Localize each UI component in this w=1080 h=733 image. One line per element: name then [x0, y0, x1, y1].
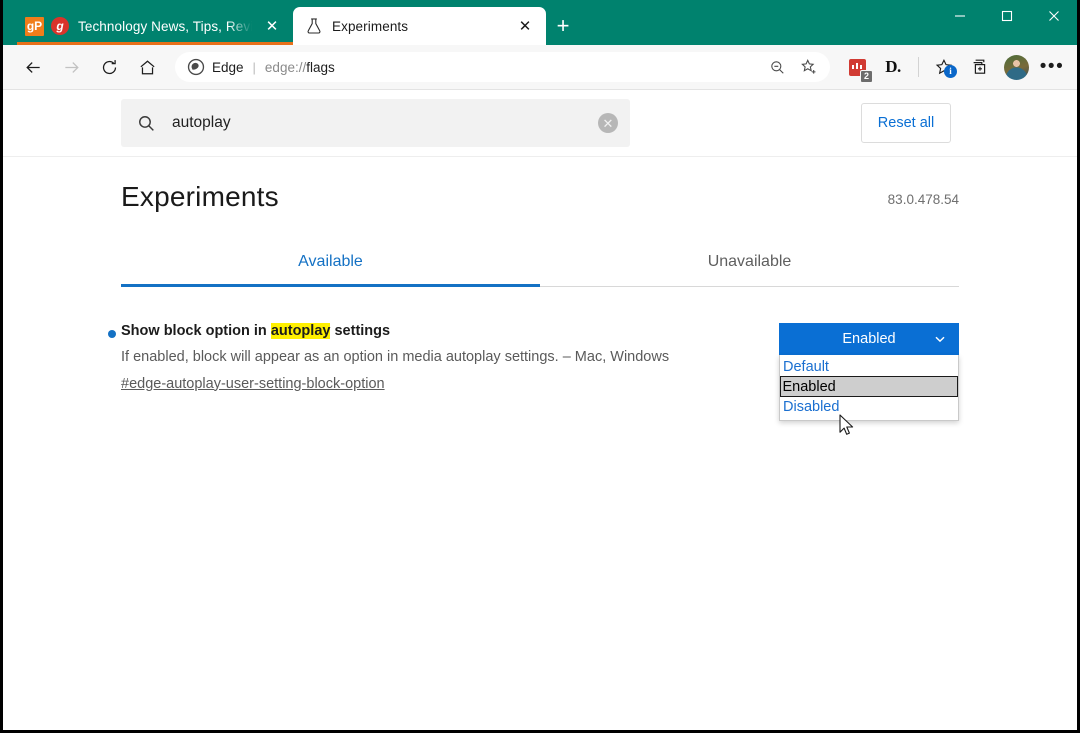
settings-and-more-button[interactable]: ••• — [1035, 51, 1069, 83]
extension-d-icon: D. — [885, 57, 901, 76]
flag-select-value: Enabled — [842, 331, 896, 347]
profile-button[interactable] — [999, 51, 1033, 83]
chevron-down-icon — [933, 332, 947, 346]
extension-messages-button[interactable]: 2 — [840, 51, 874, 83]
close-icon[interactable] — [1030, 0, 1077, 32]
tab-title: Technology News, Tips, Reviews, — [78, 18, 252, 34]
tab-technology-news[interactable]: gP g Technology News, Tips, Reviews, ✕ — [13, 7, 293, 45]
address-separator: | — [252, 59, 256, 75]
add-to-favorites-icon[interactable] — [794, 53, 824, 81]
address-brand-label: Edge — [212, 59, 244, 75]
flags-page: autoplay ✕ Reset all Experiments 83.0.47… — [3, 90, 1077, 730]
flag-select-button[interactable]: Enabled — [779, 323, 959, 355]
search-box[interactable]: autoplay ✕ — [121, 99, 630, 147]
search-input[interactable]: autoplay — [172, 114, 598, 132]
more-icon: ••• — [1039, 56, 1065, 78]
flag-name-prefix: Show block option in — [121, 323, 271, 339]
address-url: edge://flags — [265, 60, 335, 75]
back-button[interactable] — [15, 51, 51, 83]
extension-d-button[interactable]: D. — [876, 51, 910, 83]
edge-logo-icon — [187, 58, 205, 76]
tab-close-icon[interactable]: ✕ — [261, 15, 283, 37]
tab-experiments[interactable]: Experiments ✕ — [293, 7, 546, 45]
extension-dots — [851, 63, 863, 69]
flag-info: Show block option in autoplay settings I… — [108, 323, 779, 393]
flags-content: Experiments 83.0.478.54 Available Unavai… — [3, 157, 1077, 730]
window-controls — [936, 0, 1077, 32]
flag-entry: Show block option in autoplay settings I… — [108, 323, 959, 421]
flag-tabs: Available Unavailable — [121, 242, 959, 287]
tab-favicons: gP g — [25, 16, 69, 36]
collections-button[interactable] — [963, 51, 997, 83]
option-enabled[interactable]: Enabled — [780, 376, 958, 397]
minimize-icon[interactable] — [936, 0, 983, 32]
url-scheme: edge:// — [264, 59, 307, 75]
groovypost-favicon: gP — [25, 16, 44, 36]
tab-strip: gP g Technology News, Tips, Reviews, ✕ E… — [3, 0, 936, 45]
favorites-button[interactable]: i — [927, 51, 961, 83]
flask-icon — [305, 17, 323, 35]
search-icon — [137, 114, 156, 133]
reset-all-button[interactable]: Reset all — [861, 103, 951, 143]
toolbar-divider — [918, 57, 919, 77]
flag-select-wrapper: Enabled Default Enabled Disabled — [779, 323, 959, 421]
flag-modified-dot-icon — [108, 330, 116, 338]
flag-description: If enabled, block will appear as an opti… — [121, 349, 670, 365]
home-button[interactable] — [129, 51, 165, 83]
flag-select-dropdown: Default Enabled Disabled — [779, 355, 959, 421]
title-bar: gP g Technology News, Tips, Reviews, ✕ E… — [3, 0, 1077, 45]
new-tab-button[interactable]: + — [546, 7, 580, 45]
favorites-info-badge: i — [944, 65, 957, 78]
avatar — [1003, 54, 1029, 80]
option-default[interactable]: Default — [780, 357, 958, 376]
browser-window: gP g Technology News, Tips, Reviews, ✕ E… — [0, 0, 1080, 733]
zoom-out-icon[interactable] — [762, 53, 792, 81]
refresh-button[interactable] — [91, 51, 127, 83]
address-actions — [762, 53, 824, 81]
google-favicon: g — [51, 17, 69, 35]
tab-title: Experiments — [332, 18, 409, 34]
address-bar[interactable]: Edge | edge://flags — [175, 52, 830, 82]
flag-anchor-link[interactable]: #edge-autoplay-user-setting-block-option — [121, 376, 385, 392]
page-title: Experiments — [121, 181, 279, 212]
version-label: 83.0.478.54 — [887, 192, 959, 207]
tab-unavailable[interactable]: Unavailable — [540, 242, 959, 286]
tab-close-icon[interactable]: ✕ — [514, 15, 536, 37]
search-header: autoplay ✕ Reset all — [3, 90, 1077, 157]
clear-search-icon[interactable]: ✕ — [598, 113, 618, 133]
browser-toolbar: Edge | edge://flags 2 D. i ••• — [3, 45, 1077, 90]
extension-badge-count: 2 — [860, 70, 873, 83]
forward-button — [53, 51, 89, 83]
url-host: flags — [306, 59, 335, 75]
flag-name-suffix: settings — [330, 323, 391, 339]
option-disabled[interactable]: Disabled — [780, 397, 958, 416]
tab-available[interactable]: Available — [121, 242, 540, 287]
flag-name: Show block option in autoplay settings — [121, 323, 749, 339]
maximize-icon[interactable] — [983, 0, 1030, 32]
page-header: Experiments 83.0.478.54 — [121, 157, 959, 213]
flag-name-highlight: autoplay — [270, 323, 331, 339]
